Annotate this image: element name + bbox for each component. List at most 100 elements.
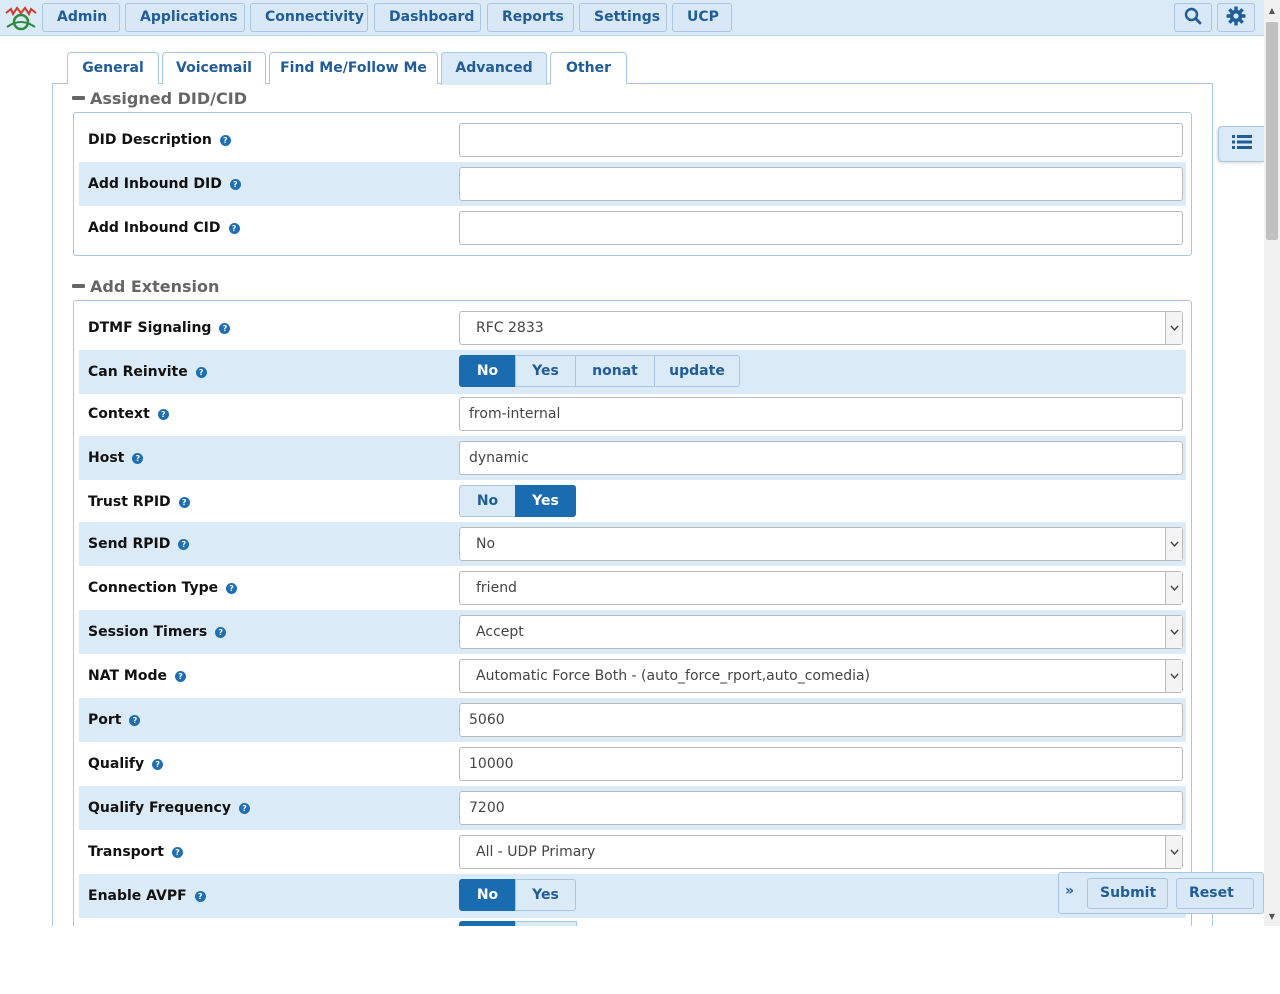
field-label: Connection Type? xyxy=(88,566,238,610)
help-icon[interactable]: ? xyxy=(132,452,144,464)
field-label: Qualify? xyxy=(88,742,164,786)
help-icon[interactable]: ? xyxy=(171,846,183,858)
nav-applications[interactable]: Applications xyxy=(125,3,245,32)
transport-select[interactable]: All - UDP Primary xyxy=(459,835,1183,869)
section-title: Assigned DID/CID xyxy=(90,88,247,108)
trust-rpid-no[interactable]: No xyxy=(459,485,516,517)
host-input[interactable]: dynamic xyxy=(459,441,1183,475)
section-title: Add Extension xyxy=(90,276,220,296)
help-icon[interactable]: ? xyxy=(195,366,207,378)
section-header-did[interactable]: Assigned DID/CID xyxy=(72,87,247,109)
scroll-down-icon[interactable]: ▼ xyxy=(1264,908,1280,924)
port-input[interactable]: 5060 xyxy=(459,703,1183,737)
nav-connectivity[interactable]: Connectivity xyxy=(250,3,368,32)
tab-voicemail[interactable]: Voicemail xyxy=(162,52,266,84)
nav-reports[interactable]: Reports xyxy=(487,3,574,32)
form-row-connection-type: Connection Type? friend xyxy=(79,566,1186,610)
field-label: Qualify Frequency? xyxy=(88,786,250,830)
help-icon[interactable]: ? xyxy=(228,222,240,234)
help-icon[interactable]: ? xyxy=(229,178,241,190)
form-row-can-reinvite: Can Reinvite? No Yes nonat update xyxy=(79,350,1186,394)
form-row-send-rpid: Send RPID? No xyxy=(79,522,1186,566)
action-bar: » Submit Reset xyxy=(1058,872,1264,914)
submit-button[interactable]: Submit xyxy=(1087,878,1168,909)
help-icon[interactable]: ? xyxy=(238,802,250,814)
enable-avpf-yes[interactable]: Yes xyxy=(515,879,576,911)
field-label: Send RPID? xyxy=(88,522,190,566)
expand-icon[interactable]: » xyxy=(1065,883,1077,903)
field-label: Can Reinvite? xyxy=(88,350,207,394)
help-icon[interactable]: ? xyxy=(157,408,169,420)
page-bottom-blank xyxy=(0,926,1280,994)
inbound-cid-input[interactable] xyxy=(459,211,1183,245)
help-icon[interactable]: ? xyxy=(215,626,227,638)
form-row-dtmf: DTMF Signaling? RFC 2833 xyxy=(79,306,1186,350)
dtmf-signaling-select[interactable]: RFC 2833 xyxy=(459,311,1183,345)
chevron-down-icon xyxy=(1165,660,1182,692)
qualify-frequency-input[interactable]: 7200 xyxy=(459,791,1183,825)
tab-general[interactable]: General xyxy=(67,52,159,84)
scroll-up-icon[interactable]: ▲ xyxy=(1264,2,1280,18)
tab-other[interactable]: Other xyxy=(550,52,627,84)
field-label: Port? xyxy=(88,698,141,742)
help-icon[interactable]: ? xyxy=(219,322,231,334)
chevron-down-icon xyxy=(1165,312,1182,344)
form-row-qualify: Qualify? 10000 xyxy=(79,742,1186,786)
collapse-icon xyxy=(72,284,85,288)
form-row-inbound-cid: Add Inbound CID? xyxy=(79,206,1186,250)
form-row-context: Context? from-internal xyxy=(79,392,1186,436)
help-icon[interactable]: ? xyxy=(219,134,231,146)
form-row-did-description: DID Description? xyxy=(79,118,1186,162)
context-input[interactable]: from-internal xyxy=(459,397,1183,431)
nav-ucp[interactable]: UCP xyxy=(672,3,732,32)
scrollbar-thumb[interactable] xyxy=(1266,22,1278,240)
form-row-nat-mode: NAT Mode? Automatic Force Both - (auto_f… xyxy=(79,654,1186,698)
field-label: DID Description? xyxy=(88,118,231,162)
can-reinvite-update[interactable]: update xyxy=(654,355,740,387)
enable-avpf-no[interactable]: No xyxy=(459,879,516,911)
reset-button[interactable]: Reset xyxy=(1176,878,1254,909)
send-rpid-select[interactable]: No xyxy=(459,527,1183,561)
can-reinvite-no[interactable]: No xyxy=(459,355,516,387)
did-description-input[interactable] xyxy=(459,123,1183,157)
inbound-did-input[interactable] xyxy=(459,167,1183,201)
connection-type-select[interactable]: friend xyxy=(459,571,1183,605)
field-label: DTMF Signaling? xyxy=(88,306,231,350)
field-label: Host? xyxy=(88,436,144,480)
chevron-down-icon xyxy=(1165,572,1182,604)
can-reinvite-yes[interactable]: Yes xyxy=(515,355,576,387)
field-label: Enable AVPF? xyxy=(88,874,206,918)
help-icon[interactable]: ? xyxy=(178,538,190,550)
field-label: Add Inbound CID? xyxy=(88,206,240,250)
help-icon[interactable]: ? xyxy=(194,890,206,902)
settings-button[interactable] xyxy=(1217,3,1255,32)
sidebar-toggle-button[interactable] xyxy=(1218,126,1264,162)
help-icon[interactable]: ? xyxy=(174,670,186,682)
help-icon[interactable]: ? xyxy=(129,714,141,726)
help-icon[interactable]: ? xyxy=(178,496,190,508)
form-row-inbound-did: Add Inbound DID? xyxy=(79,162,1186,206)
form-row-transport: Transport? All - UDP Primary xyxy=(79,830,1186,874)
nav-settings[interactable]: Settings xyxy=(579,3,667,32)
can-reinvite-nonat[interactable]: nonat xyxy=(575,355,655,387)
form-row-host: Host? dynamic xyxy=(79,436,1186,480)
session-timers-select[interactable]: Accept xyxy=(459,615,1183,649)
gear-icon xyxy=(1226,6,1246,30)
search-button[interactable] xyxy=(1174,3,1212,32)
help-icon[interactable]: ? xyxy=(152,758,164,770)
tab-advanced[interactable]: Advanced xyxy=(441,52,547,85)
tab-find-me-follow-me[interactable]: Find Me/Follow Me xyxy=(269,52,438,84)
freepbx-logo[interactable] xyxy=(3,5,39,31)
enable-avpf-toggle: No Yes xyxy=(459,879,576,911)
nav-dashboard[interactable]: Dashboard xyxy=(374,3,481,32)
field-label: NAT Mode? xyxy=(88,654,186,698)
qualify-input[interactable]: 10000 xyxy=(459,747,1183,781)
help-icon[interactable]: ? xyxy=(226,582,238,594)
trust-rpid-yes[interactable]: Yes xyxy=(515,485,576,517)
section-header-extension[interactable]: Add Extension xyxy=(72,275,219,297)
vertical-scrollbar[interactable]: ▲ ▼ xyxy=(1264,0,1280,926)
chevron-down-icon xyxy=(1165,836,1182,868)
form-row-session-timers: Session Timers? Accept xyxy=(79,610,1186,654)
nat-mode-select[interactable]: Automatic Force Both - (auto_force_rport… xyxy=(459,659,1183,693)
nav-admin[interactable]: Admin xyxy=(42,3,120,32)
